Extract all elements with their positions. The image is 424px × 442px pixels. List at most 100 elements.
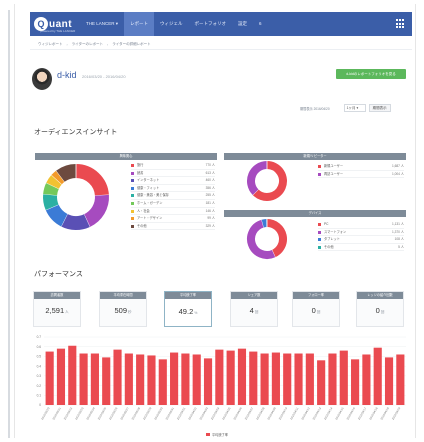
nav-item[interactable]: ポートフォリオ: [189, 12, 233, 36]
metric-unit: 回: [254, 310, 259, 314]
bar[interactable]: [317, 360, 326, 405]
legend-row: ホーム・ガーデン 181 人: [131, 200, 215, 208]
x-tick-label: 2016/04/15: [334, 406, 345, 421]
bar[interactable]: [271, 352, 280, 405]
metric-label: 訪問者数: [34, 292, 80, 299]
bar[interactable]: [203, 358, 213, 405]
bar[interactable]: [56, 348, 66, 405]
metric-shares[interactable]: シェア数 4 回: [230, 291, 278, 327]
donut-slice: [261, 219, 267, 228]
metric-value: 49.2: [178, 307, 194, 316]
x-tick-label: 2016/03/31: [164, 406, 175, 421]
bar[interactable]: [362, 354, 371, 405]
metric-follow-rate[interactable]: フォロー率 0 回: [292, 291, 340, 327]
breadcrumb: ウィジレポート › ライターのレポート › ライターの詳細レポート: [30, 40, 412, 50]
period-select[interactable]: 1ヶ月 ▾: [343, 104, 366, 112]
breadcrumb-item[interactable]: ウィジレポート: [38, 42, 63, 47]
nav-item[interactable]: ウィジェル: [154, 12, 189, 36]
legend-swatch: [131, 209, 134, 213]
legend-row: 読書 613 人: [131, 170, 215, 178]
breadcrumb-item[interactable]: ライターのレポート: [72, 42, 103, 47]
x-tick-label: 2016/03/27: [119, 406, 130, 421]
donut-slice: [266, 219, 287, 258]
bar[interactable]: [283, 353, 292, 405]
x-tick-label: 2016/04/19: [379, 406, 390, 421]
bar[interactable]: [147, 355, 156, 405]
bar[interactable]: [68, 345, 77, 405]
bar[interactable]: [328, 353, 337, 405]
bar[interactable]: [339, 350, 348, 405]
bar[interactable]: [215, 349, 224, 405]
bar[interactable]: [136, 354, 145, 405]
bar[interactable]: [170, 352, 179, 405]
interest-header: 興味関心: [35, 153, 217, 160]
bar[interactable]: [90, 353, 99, 405]
period-apply-button[interactable]: 期間表示: [368, 104, 391, 112]
x-tick-label: 2016/04/14: [323, 406, 334, 421]
legend-row: 新規ユーザー 1,687 人: [318, 163, 404, 171]
legend-swatch: [318, 245, 321, 249]
bar[interactable]: [113, 349, 122, 405]
x-tick-label: 2016/04/18: [368, 406, 379, 421]
portfolio-button[interactable]: d-kidのレポートフォリオを見る: [336, 69, 406, 79]
bar[interactable]: [351, 359, 360, 405]
bar[interactable]: [396, 354, 405, 405]
donut-slice: [61, 213, 90, 230]
bar[interactable]: [373, 347, 382, 405]
bar[interactable]: [294, 353, 303, 405]
username[interactable]: d-kid: [57, 70, 77, 80]
apps-grid-icon[interactable]: [396, 19, 406, 29]
metric-avg-time[interactable]: 平均滞在時間 509 秒: [99, 291, 147, 327]
visitor-header: 新規/リピーター: [224, 153, 406, 160]
y-tick-label: 0.5: [37, 355, 42, 359]
legend-row: その他 329 人: [131, 223, 215, 231]
x-tick-label: 2016/04/17: [357, 406, 368, 421]
nav-item[interactable]: レポート: [124, 12, 155, 36]
metric-visitors[interactable]: 訪問者数 2,591 人: [33, 291, 81, 327]
x-tick-label: 2016/04/11: [289, 406, 300, 420]
bar[interactable]: [384, 357, 394, 405]
top-nav: Q uant powered by THE LANCER THE LANCER …: [30, 12, 412, 36]
nav-item[interactable]: 設定: [232, 12, 253, 36]
bar[interactable]: [102, 357, 111, 405]
bar[interactable]: [79, 353, 88, 405]
bar[interactable]: [158, 359, 167, 405]
donut-slice: [45, 204, 68, 227]
x-tick-label: 2016/04/09: [266, 406, 277, 421]
legend-swatch: [131, 217, 134, 221]
bar[interactable]: [237, 348, 247, 405]
breadcrumb-separator-icon: ›: [66, 42, 68, 47]
legend-swatch: [131, 201, 134, 205]
legend-row: 人・社会 146 人: [131, 208, 215, 216]
x-tick-label: 2016/04/08: [255, 406, 266, 421]
x-tick-label: 2016/04/05: [221, 406, 232, 421]
metric-label: フォロー率: [293, 292, 339, 299]
period-label: 期間表示 2016/04/20: [300, 106, 330, 111]
period-select-value: 1ヶ月: [346, 106, 356, 110]
donut-slice: [247, 219, 276, 259]
bar[interactable]: [249, 351, 258, 405]
x-tick-label: 2016/03/26: [108, 406, 119, 421]
bar[interactable]: [45, 351, 54, 405]
x-tick-label: 2016/04/03: [198, 406, 209, 421]
legend-swatch: [318, 230, 321, 234]
metric-referrals[interactable]: レッジの紹介回数 0 回: [356, 291, 404, 327]
bar[interactable]: [226, 350, 235, 405]
bar[interactable]: [124, 353, 133, 405]
metric-read-rate[interactable]: 平均読了率 49.2 %: [164, 291, 212, 327]
metric-label: 平均読了率: [165, 292, 211, 299]
metric-value: 509: [114, 306, 128, 315]
bar[interactable]: [181, 353, 190, 405]
nav-item[interactable]: 6: [253, 12, 268, 36]
bar[interactable]: [260, 353, 269, 405]
bar[interactable]: [305, 353, 314, 405]
nav-item[interactable]: THE LANCER ▾: [80, 12, 124, 36]
legend-row: アート・デザイン 99 人: [131, 215, 215, 223]
chart-legend: 平均読了率: [206, 432, 228, 437]
legend-row: インターネット 460 人: [131, 177, 215, 185]
legend-row: 再訪ユーザー 1,004 人: [318, 171, 404, 179]
bar[interactable]: [192, 354, 201, 405]
legend-row: スマートフォン 1,370 人: [318, 229, 404, 237]
donut-slice: [83, 194, 109, 227]
legend-row: タブレット 108 人: [318, 236, 404, 244]
